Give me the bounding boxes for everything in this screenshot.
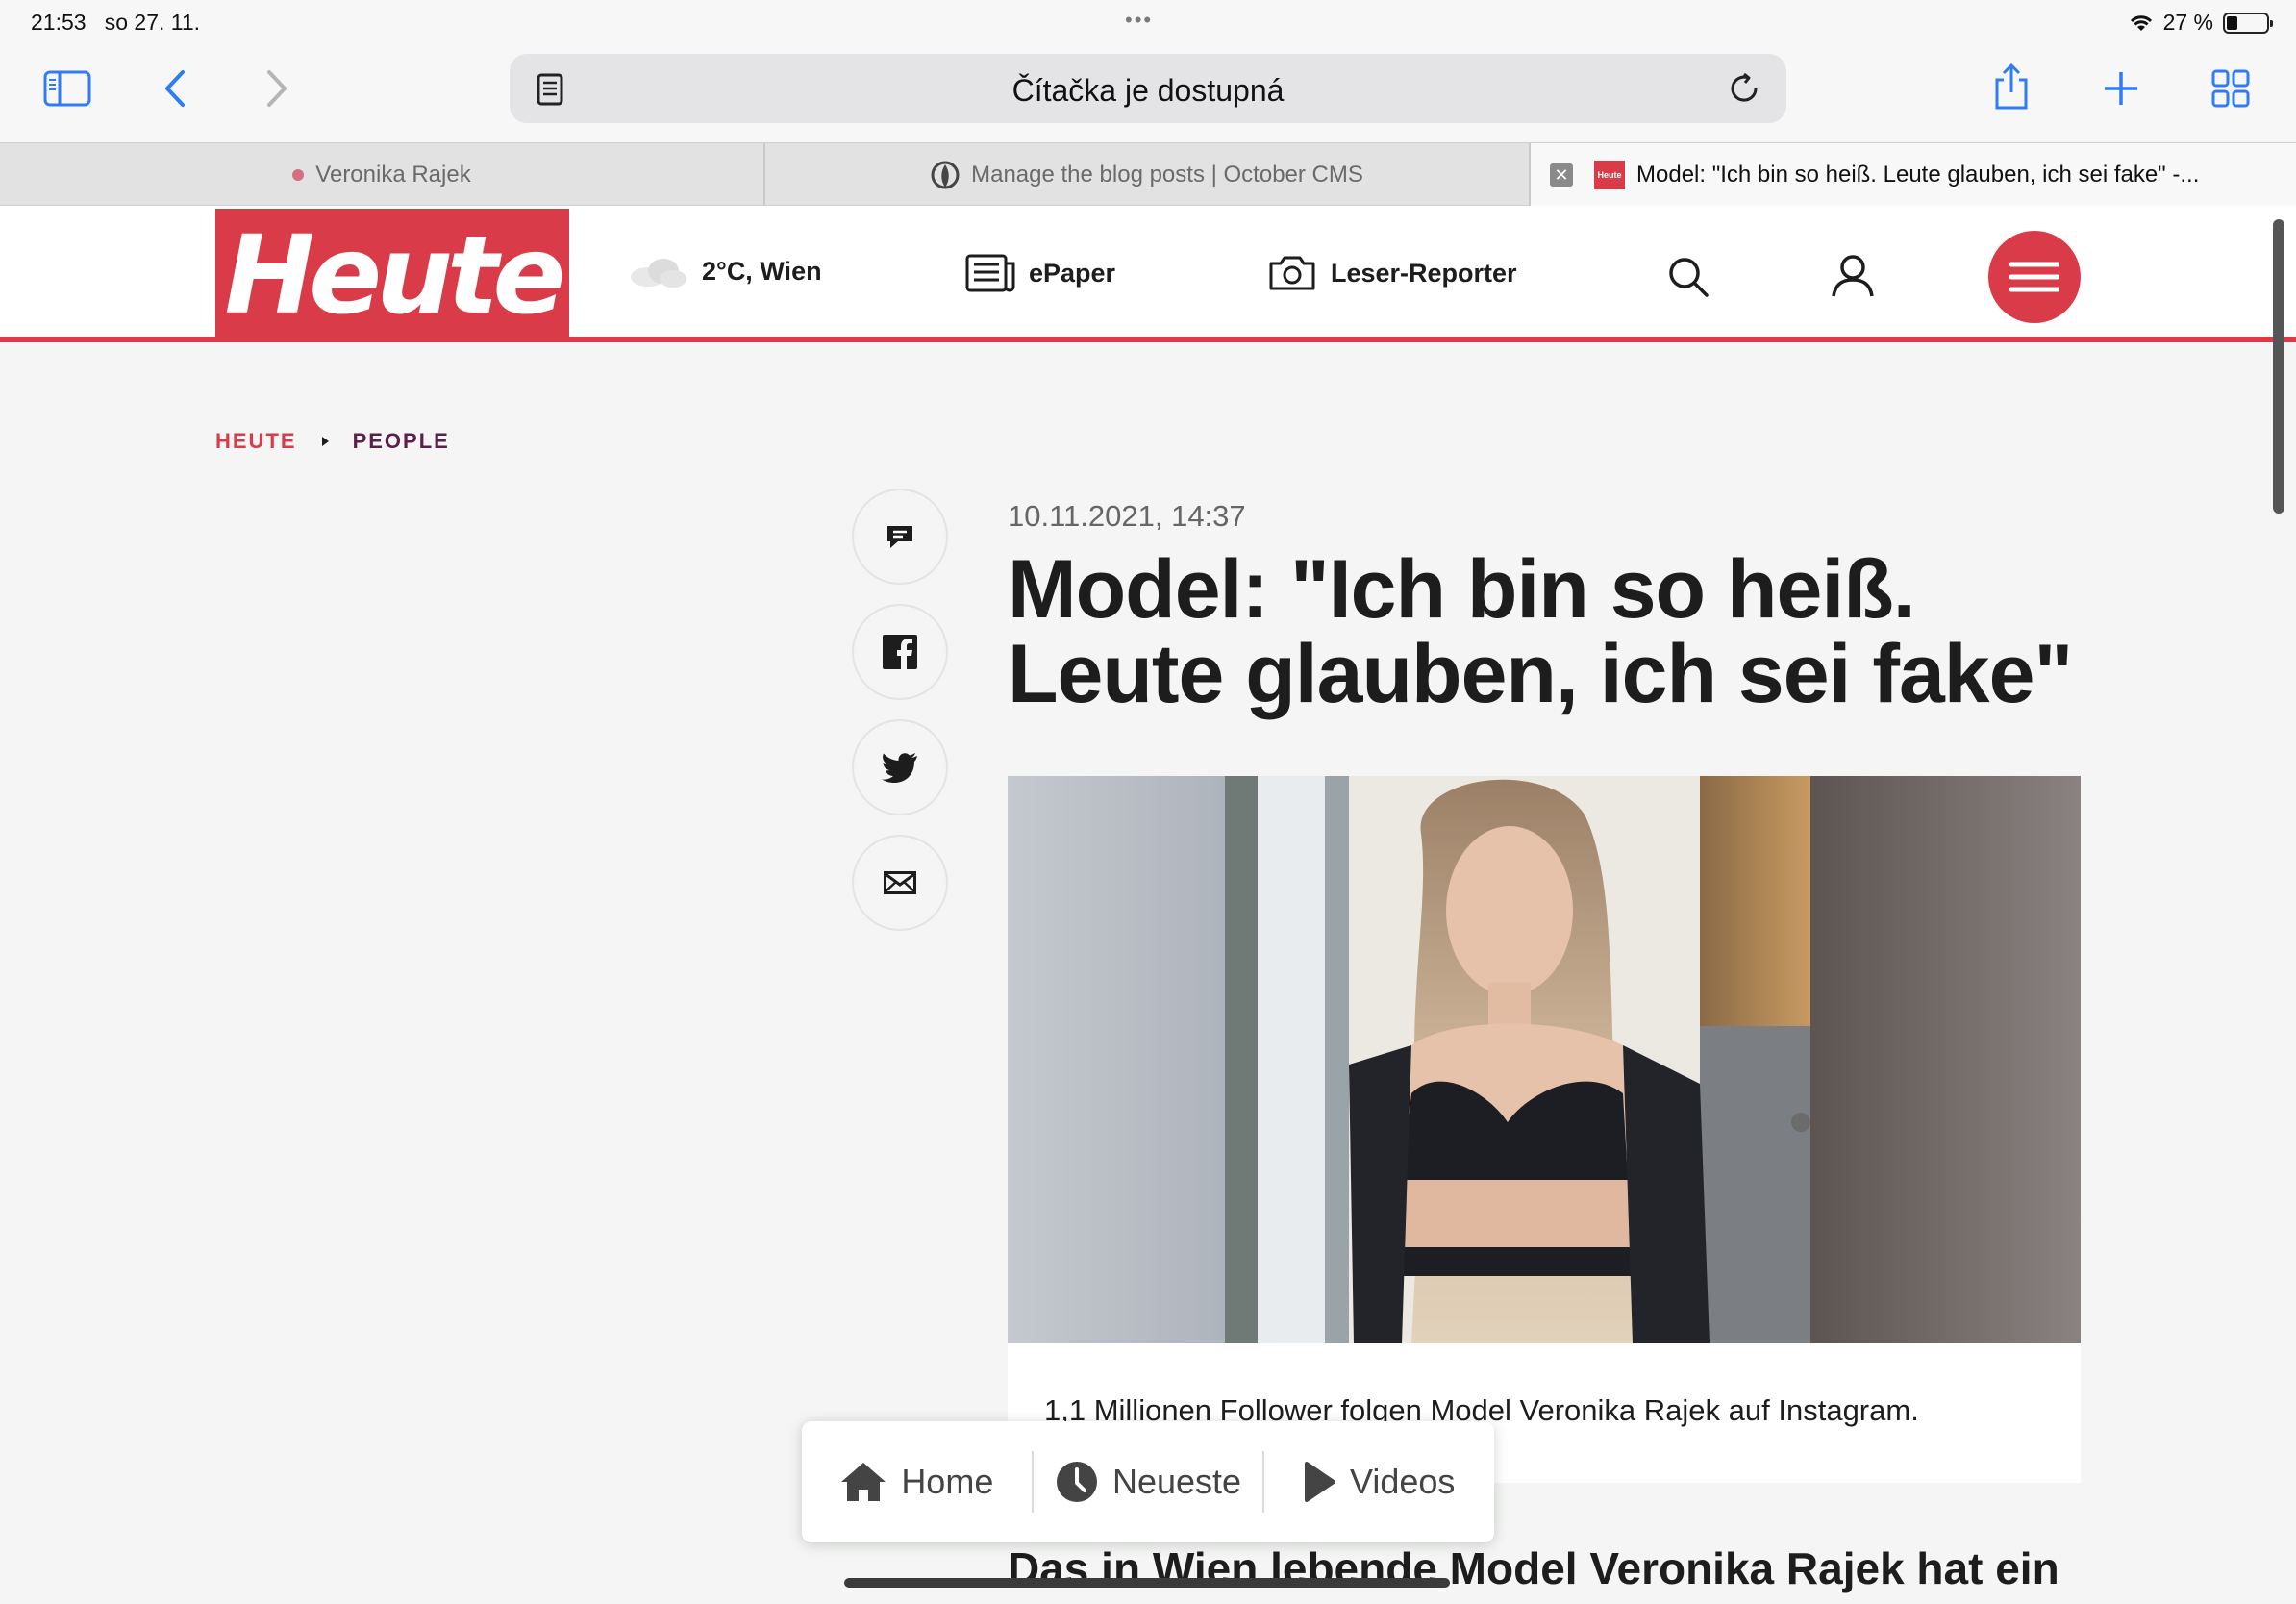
bottom-nav-videos-label: Videos: [1349, 1462, 1456, 1501]
weather-text: 2°C, Wien: [702, 256, 822, 286]
home-icon: [841, 1463, 886, 1501]
user-icon[interactable]: [1831, 254, 1875, 298]
browser-toolbar: Čítačka je dostupná: [0, 46, 2296, 142]
article-photo[interactable]: [1008, 776, 2081, 1343]
bottom-nav-latest-label: Neueste: [1111, 1462, 1242, 1501]
multitasking-dots-icon[interactable]: •••: [1125, 8, 1153, 33]
site-header: Heute 2°C, Wien ePaper Leser-Reporter: [0, 206, 2296, 342]
breadcrumb-section[interactable]: PEOPLE: [353, 429, 450, 454]
article-photo-image: [1008, 776, 2081, 1343]
tab-veronika-rajek[interactable]: Veronika Rajek: [0, 143, 765, 207]
menu-button[interactable]: [1988, 231, 2081, 323]
weather-link[interactable]: 2°C, Wien: [627, 254, 822, 288]
heute-favicon-icon: Heute: [1594, 161, 1625, 189]
close-tab-icon[interactable]: ✕: [1550, 163, 1573, 187]
share-icon[interactable]: [1977, 52, 2046, 121]
status-time: 21:53 so 27. 11.: [31, 10, 201, 35]
hamburger-icon: [2009, 262, 2059, 292]
sidebar-toggle-icon[interactable]: [33, 54, 102, 123]
article-title: Model: "Ich bin so heiß. Leute glauben, i…: [1008, 543, 2073, 720]
email-share-button[interactable]: [852, 835, 948, 931]
twitter-share-button[interactable]: [852, 719, 948, 815]
address-text: Čítačka je dostupná: [1011, 73, 1285, 108]
tab-label: Manage the blog posts | October CMS: [971, 162, 1363, 188]
camera-icon: [1269, 256, 1315, 290]
heute-logo[interactable]: Heute: [215, 209, 569, 342]
article-date: 10.11.2021, 14:37: [1008, 499, 1246, 533]
tab-dot-icon: [292, 169, 305, 181]
newspaper-icon: [965, 254, 1015, 292]
tab-label: Model: "Ich bin so heiß. Leute glauben, …: [1636, 162, 2200, 188]
comment-button[interactable]: [852, 489, 948, 585]
battery-fill: [2227, 15, 2237, 30]
wifi-icon: [2130, 14, 2152, 31]
forward-icon[interactable]: [242, 54, 312, 123]
clock-icon: [1056, 1462, 1097, 1502]
facebook-icon: [883, 635, 917, 669]
battery-icon: [2223, 12, 2273, 34]
bottom-navigation: Home Neueste Videos: [802, 1421, 1494, 1542]
back-icon[interactable]: [140, 54, 210, 123]
twitter-icon: [882, 753, 917, 783]
bottom-nav-home-label: Home: [901, 1462, 994, 1501]
cloud-icon: [631, 259, 686, 288]
email-icon: [884, 871, 916, 894]
bottom-nav-latest[interactable]: Neueste: [1031, 1451, 1263, 1513]
battery-percent: 27 %: [2162, 10, 2213, 35]
play-icon: [1304, 1462, 1335, 1502]
october-cms-favicon-icon: [931, 161, 960, 189]
tab-october-cms[interactable]: Manage the blog posts | October CMS: [765, 143, 1531, 207]
reload-icon[interactable]: [1727, 71, 1761, 106]
new-tab-icon[interactable]: [2086, 54, 2156, 123]
search-icon[interactable]: [1667, 256, 1710, 298]
tab-bar: Veronika Rajek Manage the blog posts | O…: [0, 142, 2296, 207]
bottom-nav-videos[interactable]: Videos: [1262, 1451, 1494, 1513]
tab-model-article[interactable]: ✕ Heute Model: "Ich bin so heiß. Leute g…: [1531, 143, 2296, 207]
bottom-nav-home[interactable]: Home: [802, 1451, 1032, 1513]
breadcrumb-home[interactable]: HEUTE: [215, 429, 297, 454]
leser-reporter-text: Leser-Reporter: [1331, 258, 1517, 288]
epaper-text: ePaper: [1029, 258, 1116, 288]
page-scrollbar[interactable]: [2273, 219, 2284, 514]
comment-icon: [887, 526, 912, 548]
leser-reporter-link[interactable]: Leser-Reporter: [1267, 254, 1517, 292]
tab-label: Veronika Rajek: [315, 162, 471, 188]
facebook-share-button[interactable]: [852, 604, 948, 700]
web-page: Heute 2°C, Wien ePaper Leser-Reporter HE…: [0, 206, 2296, 1604]
address-bar[interactable]: Čítačka je dostupná: [510, 54, 1786, 123]
breadcrumb: HEUTE PEOPLE: [215, 429, 450, 454]
status-bar: 21:53 so 27. 11. ••• 27 %: [0, 0, 2296, 46]
breadcrumb-arrow-icon: [321, 437, 329, 446]
home-indicator[interactable]: [844, 1578, 1450, 1588]
epaper-link[interactable]: ePaper: [965, 254, 1115, 292]
tab-overview-icon[interactable]: [2196, 54, 2265, 123]
